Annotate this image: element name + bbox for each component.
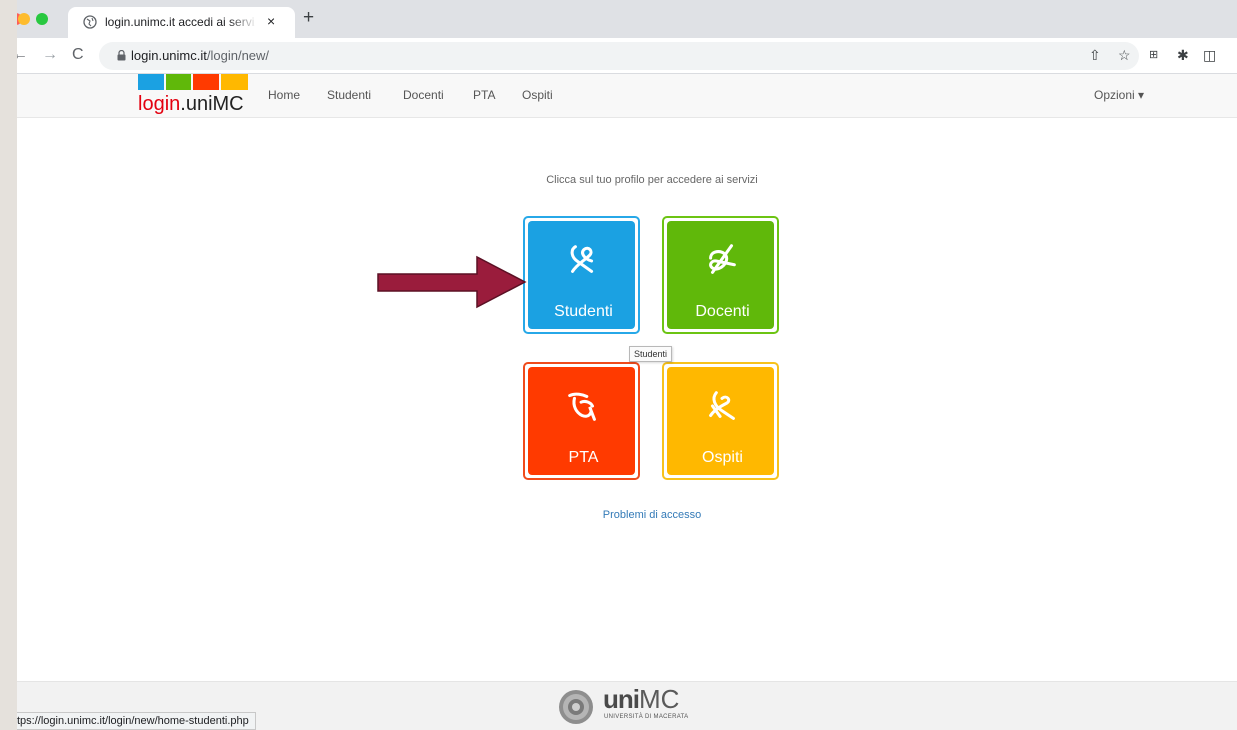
nav-link-studenti[interactable]: Studenti (327, 88, 371, 102)
bookmark-star-icon[interactable]: ☆ (1118, 47, 1131, 63)
footer-brand-mc: MC (639, 684, 680, 714)
puzzle-icon[interactable]: ✱ (1177, 47, 1189, 63)
annotation-arrow-icon (377, 255, 527, 309)
browser-tab[interactable]: login.unimc.it accedi ai servizi × (68, 7, 295, 38)
browser-window: login.unimc.it accedi ai servizi × + ← →… (17, 0, 1237, 730)
tile-docenti[interactable]: Docenti (662, 216, 779, 334)
back-arrow-icon[interactable]: ← (17, 45, 28, 65)
nav-link-ospiti[interactable]: Ospiti (522, 88, 553, 102)
tile-ospiti-body: Ospiti (667, 367, 774, 475)
status-bar-url: tps://login.unimc.it/login/new/home-stud… (17, 712, 256, 730)
knot-icon (709, 244, 736, 274)
sidepanel-icon[interactable]: ◫ (1203, 47, 1216, 63)
knot-icon (568, 392, 596, 421)
nav-link-docenti[interactable]: Docenti (403, 88, 444, 102)
share-icon[interactable]: ⇧ (1089, 47, 1101, 63)
logo-bar-red (193, 74, 219, 90)
logo-bar-yellow (221, 74, 248, 90)
knot-icon (570, 245, 594, 273)
logo-bar-blue (138, 74, 164, 90)
reload-icon[interactable]: C (72, 45, 84, 65)
lock-icon (117, 50, 126, 61)
university-seal-icon (559, 690, 593, 724)
logo-login: login (138, 93, 181, 115)
extension-grid-icon[interactable]: ⊞ (1149, 47, 1158, 63)
site-logo[interactable]: login.uniMC (138, 74, 248, 118)
tile-docenti-body: Docenti (667, 221, 774, 329)
tile-docenti-label: Docenti (695, 303, 750, 320)
nav-link-pta[interactable]: PTA (473, 88, 495, 102)
logo-bar-green (166, 74, 191, 90)
footer-brand[interactable]: uniMC (603, 685, 679, 713)
left-margin (0, 0, 17, 730)
knot-icon (709, 391, 735, 420)
maximize-window-button[interactable] (36, 13, 48, 25)
tab-bar: login.unimc.it accedi ai servizi × + (17, 0, 1237, 38)
logo-text: login.uniMC (138, 92, 244, 116)
url-path: /login/new/ (206, 48, 270, 63)
footer-brand-uni: uni (603, 684, 640, 714)
tile-ospiti-label: Ospiti (702, 449, 743, 466)
options-dropdown[interactable]: Opzioni ▾ (1094, 88, 1144, 102)
tile-pta[interactable]: PTA (523, 362, 640, 480)
logo-unimc: uniMC (185, 93, 244, 115)
access-problems-link[interactable]: Problemi di accesso (577, 509, 727, 521)
minimize-window-button[interactable] (18, 13, 30, 25)
url-host: login.unimc.it (131, 48, 207, 63)
new-tab-button[interactable]: + (303, 8, 314, 28)
tooltip: Studenti (629, 346, 673, 362)
tile-pta-label: PTA (568, 449, 599, 466)
tile-pta-body: PTA (528, 367, 635, 475)
tile-studenti[interactable]: Studenti (523, 216, 640, 334)
address-bar[interactable]: login.unimc.it/login/new/ (99, 42, 1139, 70)
tile-ospiti[interactable]: Ospiti (662, 362, 779, 480)
tile-studenti-body: Studenti (528, 221, 635, 329)
browser-toolbar: ← → C login.unimc.it/login/new/ ⇧ ☆ ⊞ ✱ … (17, 38, 1237, 74)
page-subtitle: Clicca sul tuo profilo per accedere ai s… (546, 174, 758, 186)
nav-link-home[interactable]: Home (268, 88, 300, 102)
footer-subtitle: UNIVERSITÀ DI MACERATA (604, 714, 689, 720)
tab-title-fade (228, 13, 258, 31)
url-text[interactable]: login.unimc.it/login/new/ (131, 48, 269, 63)
globe-icon (83, 15, 97, 29)
tab-close-icon[interactable]: × (267, 13, 275, 29)
site-navbar: login.uniMC Home Studenti Docenti PTA Os… (17, 74, 1237, 118)
tile-studenti-label: Studenti (554, 303, 613, 320)
forward-arrow-icon[interactable]: → (42, 45, 58, 65)
